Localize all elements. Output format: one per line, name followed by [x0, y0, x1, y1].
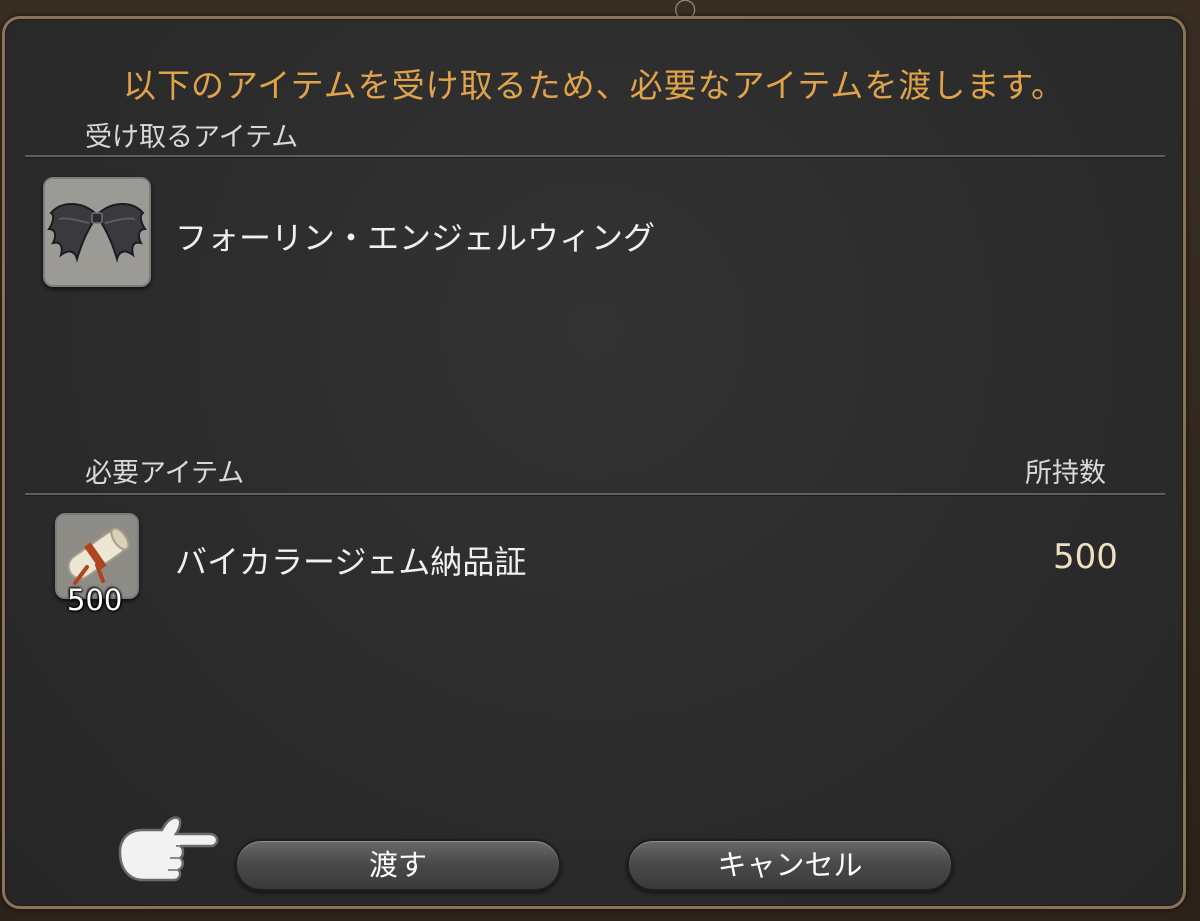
pointing-hand-icon [110, 808, 226, 894]
receive-item-name[interactable]: フォーリン・エンジェルウィング [175, 213, 655, 259]
receive-section-divider [25, 155, 1165, 157]
required-section-label: 必要アイテム [85, 458, 245, 489]
required-section-divider [25, 493, 1165, 495]
owned-column-header: 所持数 [1025, 458, 1106, 489]
wings-icon[interactable] [43, 177, 151, 287]
cancel-button[interactable]: キャンセル [627, 839, 953, 891]
hand-over-button[interactable]: 渡す [235, 839, 561, 891]
required-item-name[interactable]: バイカラージェム納品証 [175, 537, 526, 583]
dialog-prompt: 以下のアイテムを受け取るため、必要なアイテムを渡します。 [122, 66, 1066, 105]
exchange-dialog: 以下のアイテムを受け取るため、必要なアイテムを渡します。 受け取るアイテム フォ… [2, 16, 1186, 909]
required-item-quantity-overlay: 500 [67, 583, 123, 617]
receive-section-label: 受け取るアイテム [85, 122, 299, 153]
owned-count: 500 [1053, 537, 1118, 577]
